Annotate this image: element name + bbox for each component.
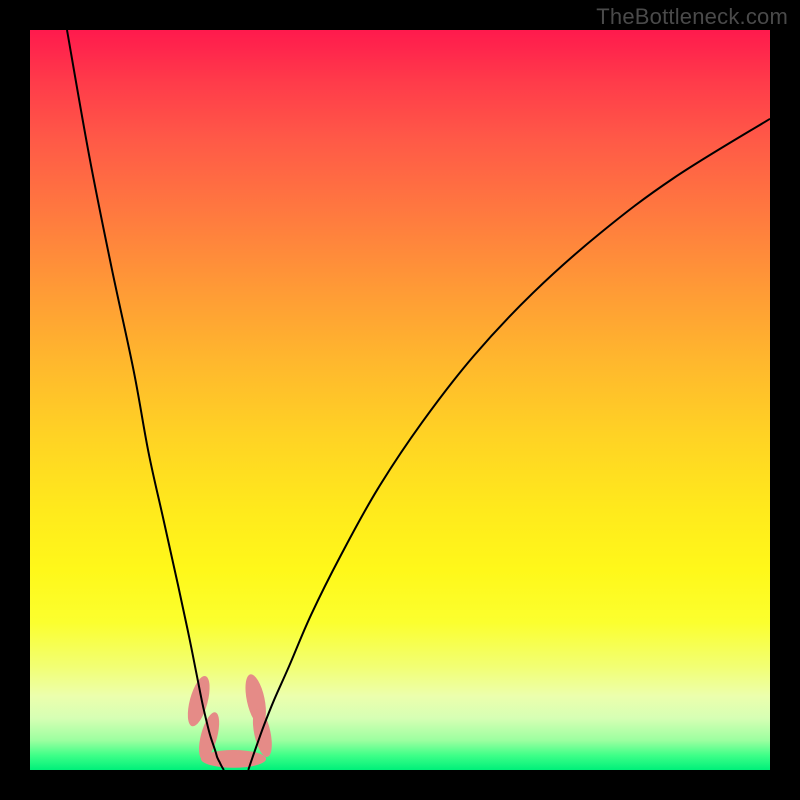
chart-svg: [30, 30, 770, 770]
right-curve: [248, 119, 770, 770]
frame: TheBottleneck.com: [0, 0, 800, 800]
left-curve: [67, 30, 224, 770]
chart-plot-area: [30, 30, 770, 770]
markers-group: [183, 673, 275, 768]
watermark-text: TheBottleneck.com: [596, 4, 788, 30]
lobe-bottom: [201, 750, 266, 768]
